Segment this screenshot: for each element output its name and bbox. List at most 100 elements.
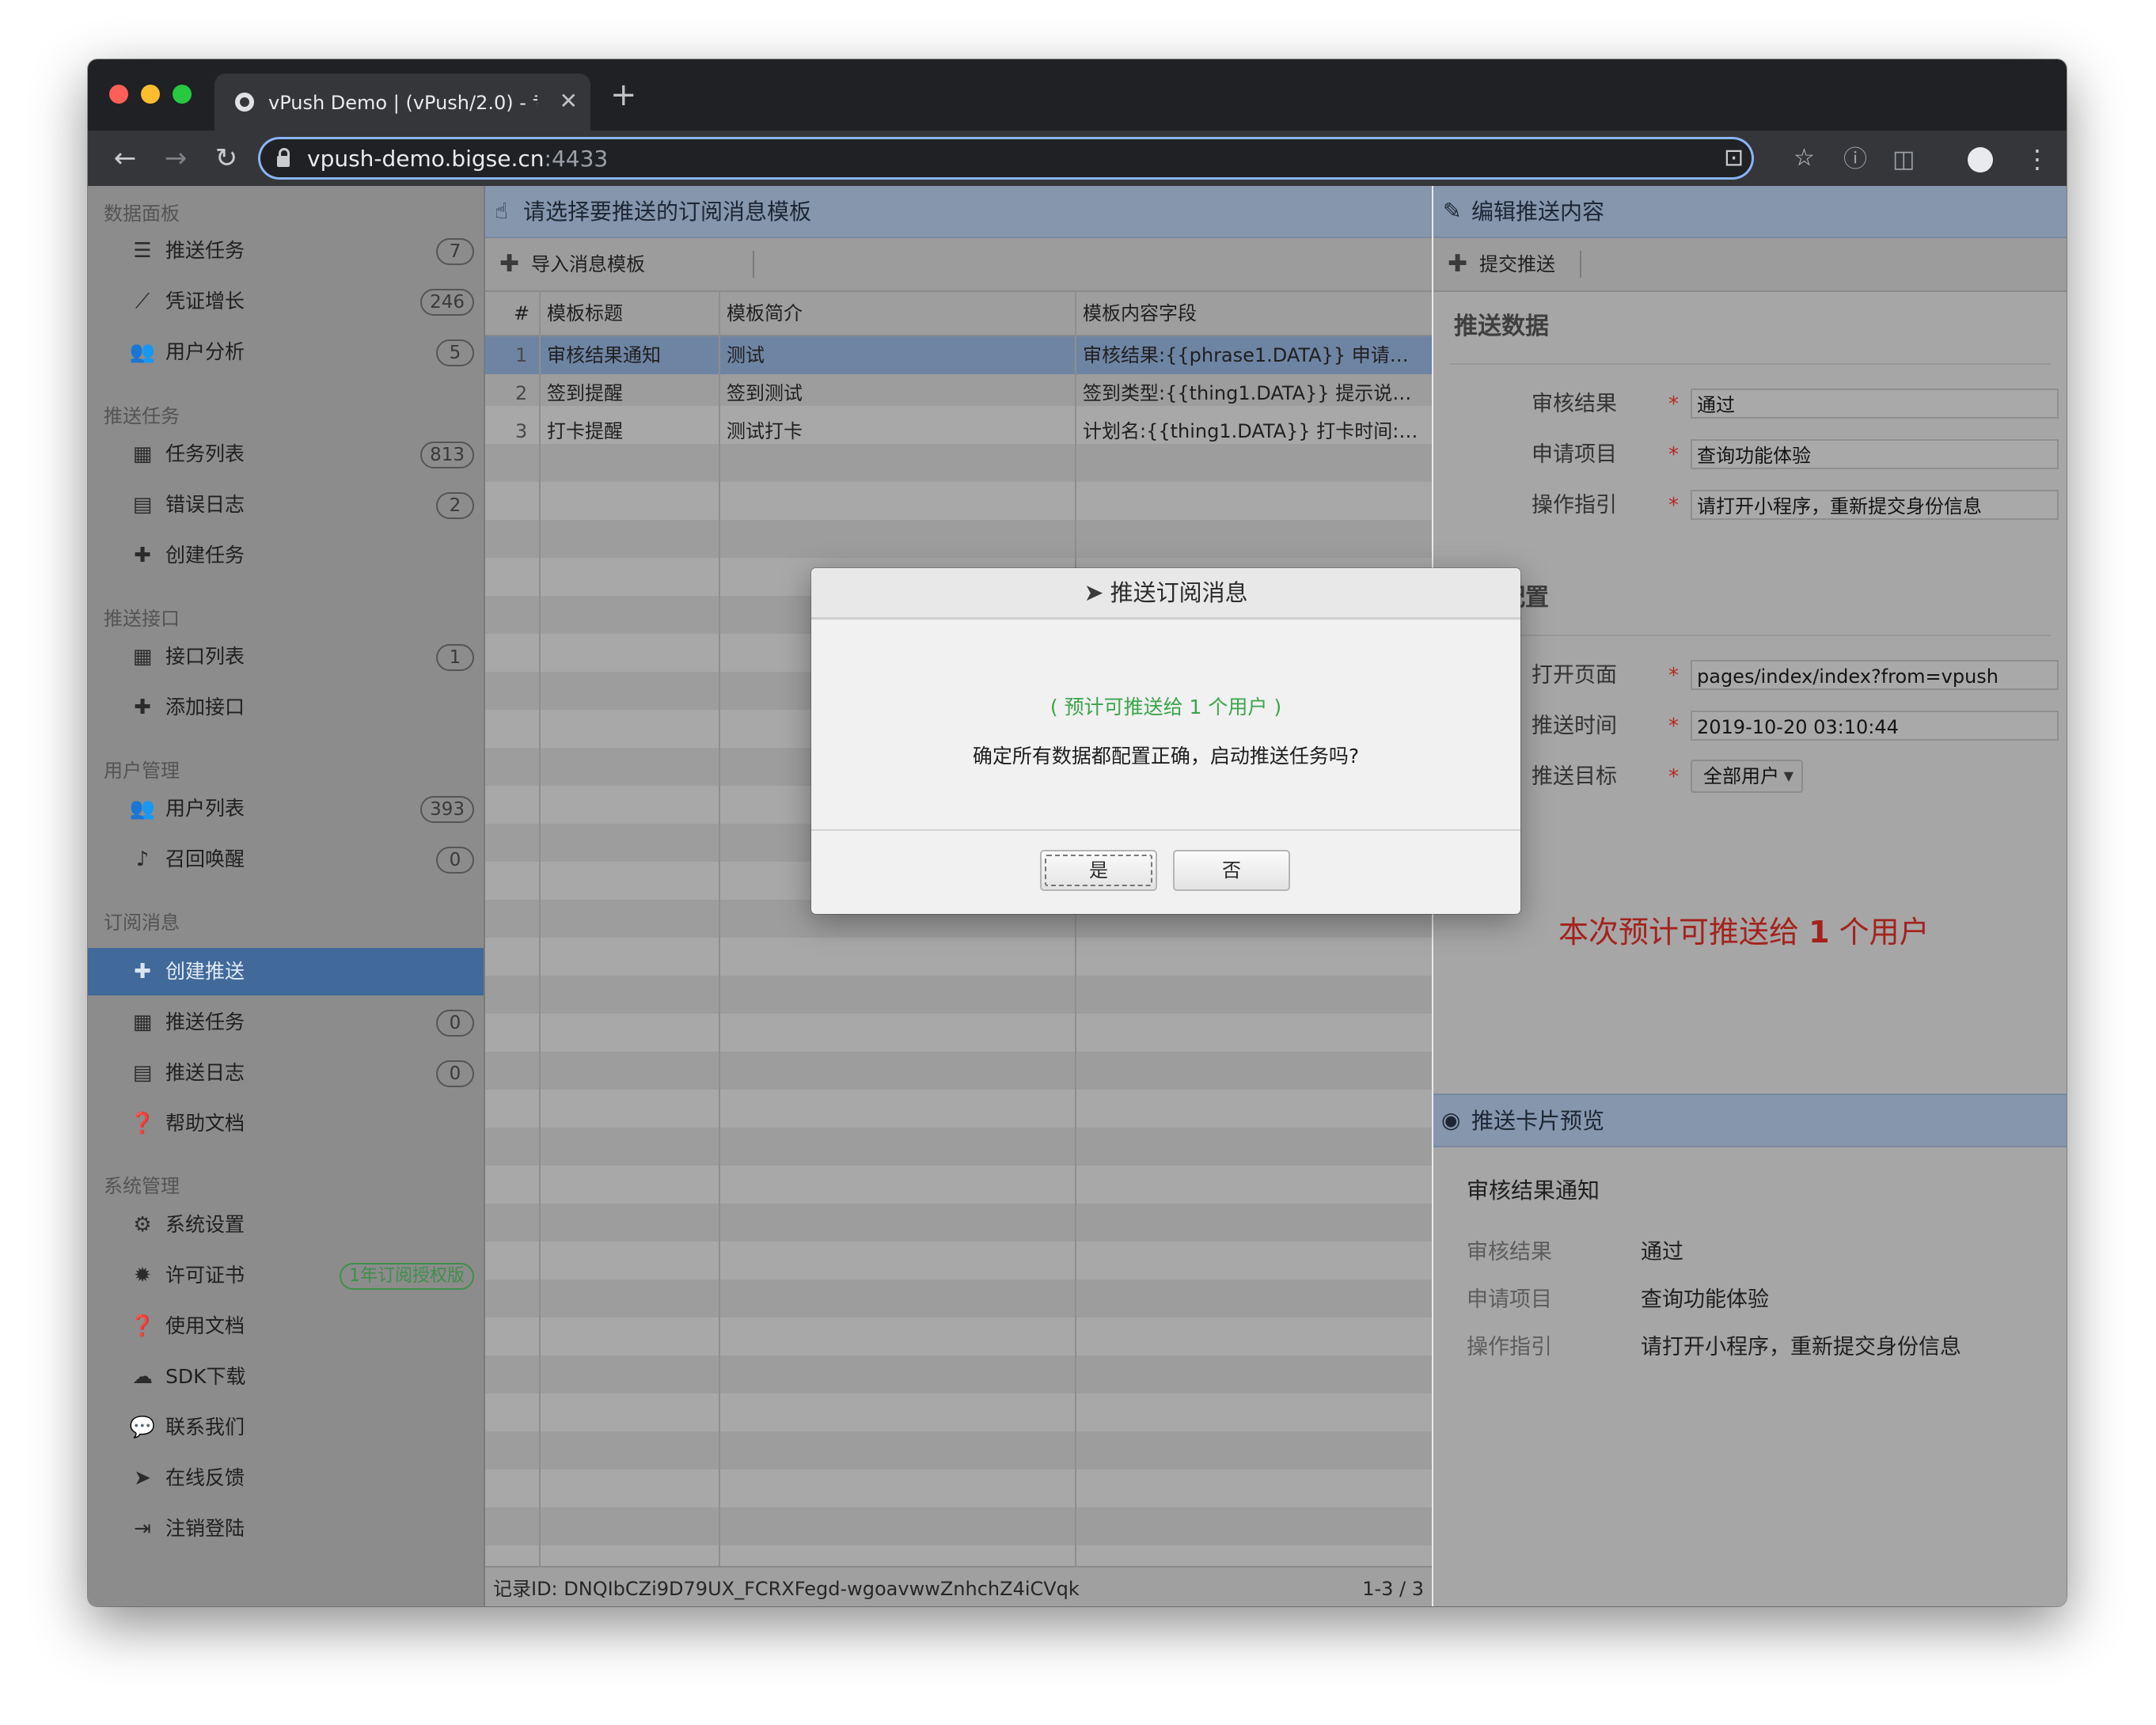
row-fields: 计划名:{{thing1.DATA}} 打卡时间:… [1083,420,1418,442]
sidebar-item-system-settings[interactable]: ⚙ 系统设置 [88,1201,484,1249]
preview-card-title: 审核结果通知 [1467,1177,1600,1204]
close-window-button[interactable] [109,85,128,104]
field-label: 推送时间 [1532,714,1617,738]
open-page-input[interactable]: pages/index/index?from=vpush [1691,660,2059,690]
address-bar[interactable]: vpush-demo.bigse.cn:4433 ⊡ [258,137,1754,180]
col-header-fields[interactable]: 模板内容字段 [1083,301,1197,325]
sidebar-item-license[interactable]: ✹ 许可证书 1年订阅授权版 [88,1252,484,1299]
sidebar-item-credential-growth[interactable]: ⟋ 凭证增长 246 [88,278,484,325]
tab-close-icon[interactable]: ✕ [560,89,578,113]
sidebar-item-usage-doc[interactable]: ❓ 使用文档 [88,1302,484,1350]
sidebar-item-logout[interactable]: ⇥ 注销登陆 [88,1505,484,1552]
users-icon: 👥 [129,797,156,821]
forward-arrow-icon[interactable]: → [156,138,195,178]
table-icon: ▦ [132,645,153,669]
sidebar-item-label: 联系我们 [165,1416,245,1439]
preview-key: 审核结果 [1467,1240,1552,1264]
col-header-num[interactable]: # [514,301,530,325]
sidebar-item-create-task[interactable]: ✚ 创建任务 [88,532,484,579]
toolbar-divider [753,251,754,278]
dialog-footer: 是 否 [811,829,1520,914]
row-fields: 签到类型:{{thing1.DATA}} 提示说… [1083,382,1412,404]
apply-item-input[interactable]: 查询功能体验 [1691,439,2059,469]
bookmark-star-icon[interactable]: ☆ [1794,145,1815,172]
url-text[interactable]: vpush-demo.bigse.cn:4433 [307,146,608,172]
sidebar-item-task-list[interactable]: ▦ 任务列表 813 [88,430,484,478]
sidebar-item-api-list[interactable]: ▦ 接口列表 1 [88,633,484,681]
push-config-form: 打开页面 * pages/index/index?from=vpush 推送时间… [1449,635,2059,823]
preview-panel-title: 推送卡片预览 [1471,1108,1605,1134]
row-desc: 测试 [727,344,765,366]
edit-panel: ✎ 编辑推送内容 ✚ 提交推送 推送数据 审核结果 * 通过 申请项目 * 查询… [1433,186,2067,1606]
sidebar-item-user-list[interactable]: 👥 用户列表 393 [88,785,484,832]
template-toolbar: ✚ 导入消息模板 [485,238,1432,292]
row-desc: 测试打卡 [727,420,803,442]
operation-guide-input[interactable]: 请打开小程序，重新提交身份信息 [1691,490,2059,520]
maximize-window-button[interactable] [173,85,192,104]
sidebar-section-title: 数据面板 [104,203,180,225]
sidebar-item-push-log[interactable]: ▤ 推送日志 0 [88,1049,484,1097]
line-chart-icon: ⟋ [135,290,150,313]
sidebar-item-feedback[interactable]: ➤ 在线反馈 [88,1454,484,1502]
extension-glasses-icon[interactable]: ◫ [1892,146,1915,173]
question-icon: ❓ [129,1314,156,1338]
dialog-title: 推送订阅消息 [1110,579,1248,606]
col-header-title[interactable]: 模板标题 [547,301,623,325]
grid-footer: 记录ID: DNQIbCZi9D79UX_FCRXFegd-wgoavwwZnh… [485,1566,1432,1606]
edit-icon: ✎ [1443,198,1462,224]
browser-menu-icon[interactable]: ⋮ [2025,143,2050,175]
count-badge: 2 [436,492,474,519]
browser-tab[interactable]: vPush Demo | (vPush/2.0) - 专业 ✕ [214,74,590,131]
edit-panel-header: ✎ 编辑推送内容 [1433,186,2067,238]
sidebar-item-error-log[interactable]: ▤ 错误日志 2 [88,481,484,529]
lock-icon [277,148,290,167]
profile-avatar-icon[interactable] [1968,147,1993,172]
push-target-select[interactable]: 全部用户 ▼ [1691,760,1803,793]
confirm-no-button[interactable]: 否 [1173,850,1290,891]
sidebar-item-label: 创建推送 [165,960,245,983]
column-divider [539,292,541,1566]
col-header-desc[interactable]: 模板简介 [727,301,803,325]
sidebar-item-add-api[interactable]: ✚ 添加接口 [88,684,484,731]
pagination-info: 1-3 / 3 [1362,1578,1424,1600]
sidebar-section-title: 推送接口 [104,608,180,630]
table-row[interactable]: 3 打卡提醒 测试打卡 计划名:{{thing1.DATA}} 打卡时间:… [485,412,1432,450]
column-divider [719,292,720,1566]
list-icon: ☰ [133,239,152,263]
count-badge: 813 [420,442,474,468]
count-badge: 1 [436,644,474,671]
extension-info-icon[interactable]: ⓘ [1843,146,1867,173]
sidebar-item-label: 用户列表 [165,797,245,820]
sidebar-section-title: 用户管理 [104,760,180,782]
confirm-yes-button[interactable]: 是 [1040,850,1157,891]
sidebar-item-label: 注销登陆 [165,1517,245,1540]
confirm-push-dialog: ➤ 推送订阅消息 ( 预计可推送给 1 个用户 ) 确定所有数据都配置正确，启动推… [811,568,1520,914]
review-result-input[interactable]: 通过 [1691,389,2059,419]
sidebar-item-label: 使用文档 [165,1314,245,1337]
sidebar-item-create-push[interactable]: ✚ 创建推送 [88,948,484,995]
sidebar-item-contact[interactable]: 💬 联系我们 [88,1404,484,1451]
sidebar-item-recall[interactable]: ♪ 召回唤醒 0 [88,836,484,883]
sidebar-item-push-tasks[interactable]: ☰ 推送任务 7 [88,227,484,275]
required-mark: * [1668,765,1679,789]
required-mark: * [1668,715,1679,738]
translate-icon[interactable]: ⊡ [1724,145,1744,172]
sidebar-item-label: 接口列表 [165,645,245,668]
estimate-count: 1 [1809,915,1830,950]
sidebar-item-sdk-download[interactable]: ☁ SDK下载 [88,1353,484,1401]
sidebar-item-help-doc[interactable]: ❓ 帮助文档 [88,1100,484,1147]
preview-key: 申请项目 [1467,1287,1552,1312]
push-time-input[interactable]: 2019-10-20 03:10:44 [1691,711,2059,741]
preview-value: 查询功能体验 [1641,1287,1769,1312]
sidebar-item-label: 推送任务 [165,239,245,262]
tab-title: vPush Demo | (vPush/2.0) - 专业 [268,92,537,114]
minimize-window-button[interactable] [141,85,160,104]
question-icon: ❓ [129,1112,156,1135]
new-tab-button[interactable]: + [610,75,637,115]
sidebar-item-push-tasks-sub[interactable]: ▦ 推送任务 0 [88,999,484,1046]
table-row[interactable]: 2 签到提醒 签到测试 签到类型:{{thing1.DATA}} 提示说… [485,374,1432,412]
table-row[interactable]: 1 审核结果通知 测试 审核结果:{{phrase1.DATA}} 申请… [485,336,1432,374]
sidebar-item-user-analysis[interactable]: 👥 用户分析 5 [88,328,484,376]
back-arrow-icon[interactable]: ← [105,138,145,178]
reload-icon[interactable]: ↻ [207,138,246,178]
